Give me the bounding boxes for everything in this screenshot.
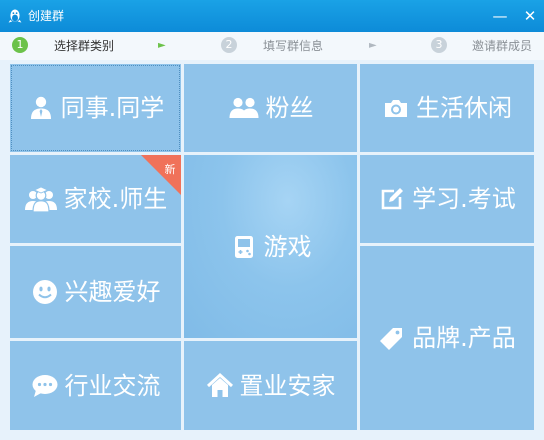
category-realestate-tile[interactable]: 置业安家 [184,341,357,430]
step-arrow-2: ► [369,40,377,51]
home-icon [206,372,233,397]
graduation-group-icon [24,186,57,213]
close-button[interactable]: ✕ [521,7,539,25]
category-brands-tile[interactable]: 品牌.产品 [360,246,534,430]
wizard-steps: 1 选择群类别 ► 2 填写群信息 ► 3 邀请群成员 [0,32,544,60]
category-colleagues-tile[interactable]: 同事.同学 [10,64,181,152]
category-grid: 同事.同学 粉丝 生活休闲 家校.师生 新 游戏 学习.考试 兴趣爱好 品牌.产… [0,60,544,440]
qq-penguin-icon [8,9,22,23]
category-lifestyle-label: 生活休闲 [416,94,512,122]
step-3-label: 邀请群成员 [472,39,533,53]
smile-icon [32,280,57,304]
minimize-button[interactable]: — [491,7,509,25]
new-badge-text: 新 [165,162,176,176]
gamepad-icon [234,235,253,258]
category-colleagues-label: 同事.同学 [60,94,165,122]
step-2-label: 填写群信息 [263,39,324,53]
step-1-label: 选择群类别 [54,39,115,53]
category-study-label: 学习.考试 [412,185,516,213]
title-bar[interactable]: 创建群 — ✕ [0,0,544,32]
category-games-label: 游戏 [263,232,312,261]
create-group-window: 创建群 — ✕ 1 选择群类别 ► 2 填写群信息 ► 3 邀请群成员 同事.同… [0,0,544,440]
category-lifestyle-tile[interactable]: 生活休闲 [360,64,534,152]
category-fans-tile[interactable]: 粉丝 [184,64,357,152]
person-icon [30,96,51,119]
window-title: 创建群 [28,9,65,23]
step-1-number: 1 [12,37,28,53]
category-industry-tile[interactable]: 行业交流 [10,341,181,430]
chat-bubble-icon [32,374,57,397]
category-realestate-label: 置业安家 [239,371,336,400]
category-fans-label: 粉丝 [265,94,314,122]
category-brands-label: 品牌.产品 [412,324,516,352]
category-school-tile[interactable]: 家校.师生 新 [10,155,181,243]
users-icon [229,97,258,118]
step-3-number: 3 [431,37,447,53]
step-2-number: 2 [221,37,237,53]
camera-icon [385,100,407,117]
new-badge: 新 [141,155,181,195]
category-games-tile[interactable]: 游戏 [184,155,357,338]
category-study-tile[interactable]: 学习.考试 [360,155,534,243]
pencil-square-icon [381,188,404,210]
category-hobbies-tile[interactable]: 兴趣爱好 [10,246,181,338]
step-arrow-1: ► [158,40,166,51]
category-hobbies-label: 兴趣爱好 [64,278,161,306]
tag-icon [380,328,403,350]
category-industry-label: 行业交流 [64,371,161,400]
